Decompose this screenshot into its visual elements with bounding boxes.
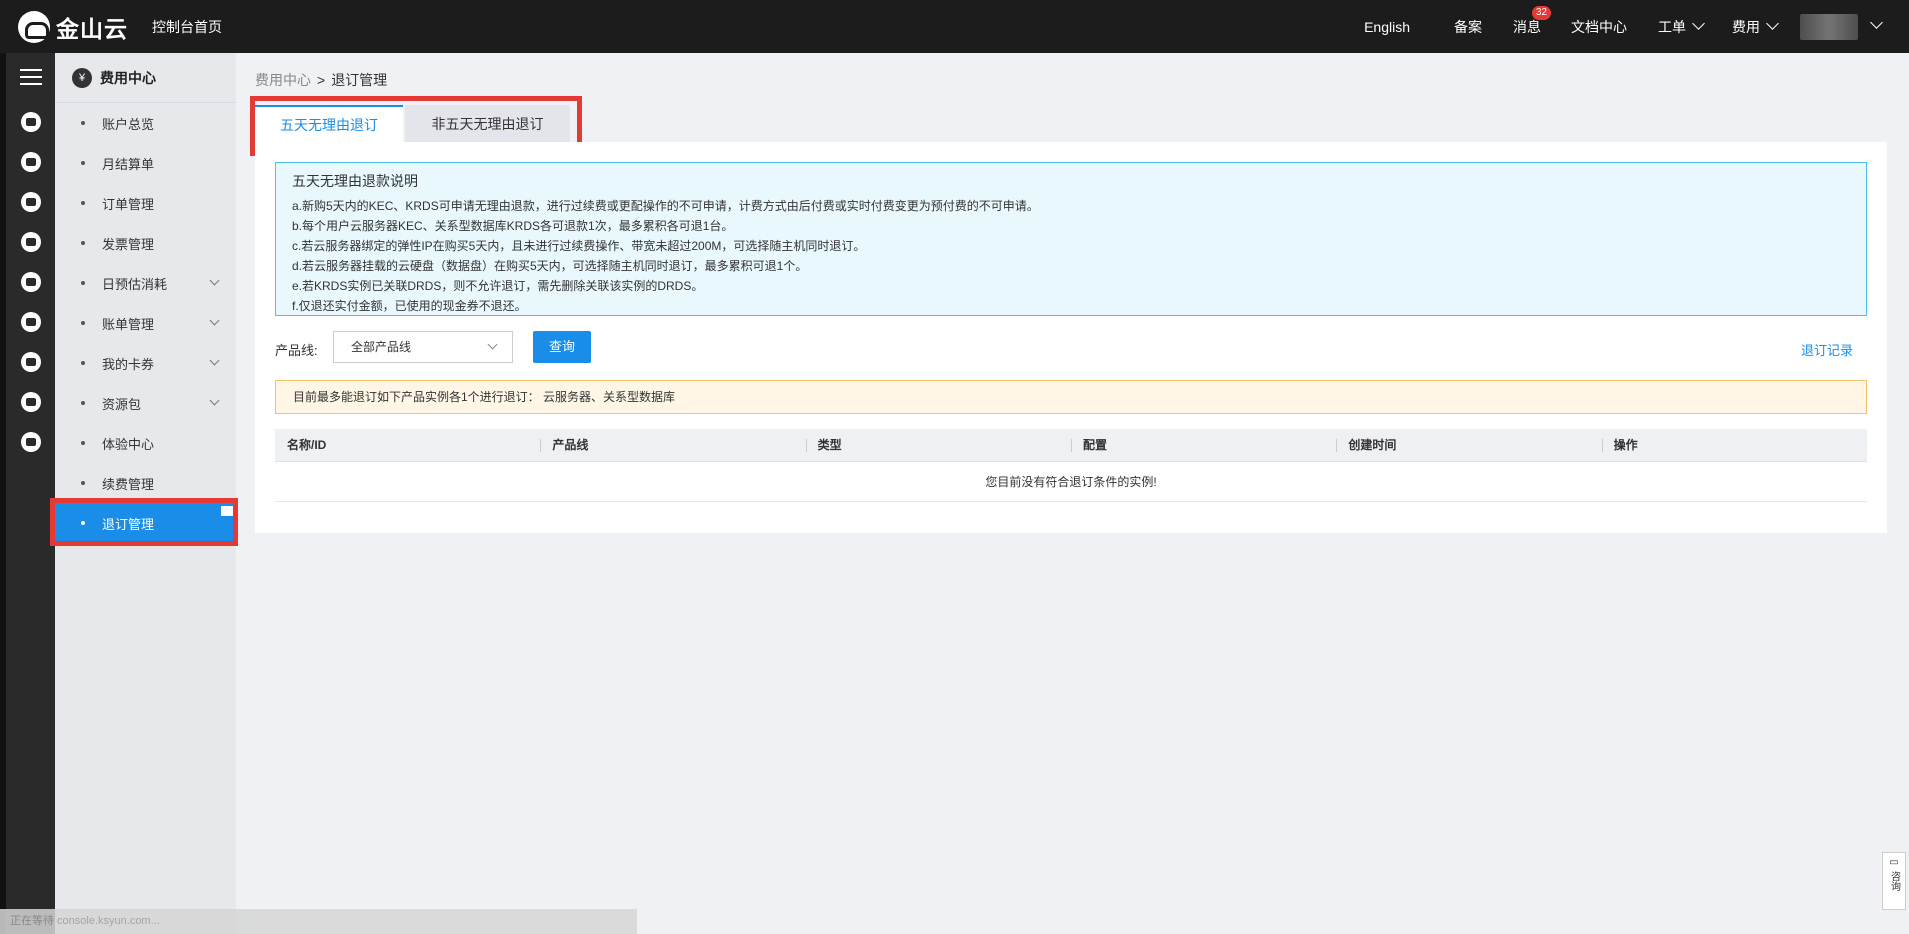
refund-notice: 五天无理由退款说明 a.新购5天内的KEC、KRDS可申请无理由退款，进行过续费… <box>275 162 1867 316</box>
messages-link[interactable]: 消息 32 <box>1513 5 1551 37</box>
instance-table: 名称/ID 产品线 类型 配置 创建时间 操作 您目前没有符合退订条件的实例! <box>275 429 1867 502</box>
fee-menu[interactable]: 费用 <box>1732 16 1779 37</box>
money-bag-icon: ¥ <box>72 67 92 88</box>
chevron-down-icon <box>487 339 498 350</box>
sidebar-item-label: 账单管理 <box>102 316 155 332</box>
sidebar-item-experience-center[interactable]: 体验中心 <box>55 423 236 463</box>
list-icon[interactable] <box>21 432 41 452</box>
sidebar-item-monthly-statement[interactable]: 月结算单 <box>55 143 236 183</box>
sidebar-item-invoices[interactable]: 发票管理 <box>55 223 236 263</box>
sidebar-item-label: 资源包 <box>102 396 142 412</box>
side-menu-title: ¥ 费用中心 <box>55 53 236 103</box>
sidebar-item-coupons[interactable]: 我的卡券 <box>55 343 236 383</box>
messages-label: 消息 <box>1513 18 1541 35</box>
sidebar-item-resource-packs[interactable]: 资源包 <box>55 383 236 423</box>
breadcrumb-parent[interactable]: 费用中心 <box>255 72 311 88</box>
server-icon[interactable] <box>21 112 41 132</box>
database-icon[interactable] <box>21 272 41 292</box>
top-bar: 金山云 控制台首页 English 备案 消息 32 文档中心 工单 费用 <box>0 0 1909 53</box>
notice-line: a.新购5天内的KEC、KRDS可申请无理由退款，进行过续费或更配操作的不可申请… <box>292 199 1039 213</box>
query-button[interactable]: 查询 <box>533 331 591 363</box>
avatar <box>1800 13 1858 40</box>
table-header: 名称/ID 产品线 类型 配置 创建时间 操作 <box>275 429 1867 462</box>
product-line-select[interactable]: 全部产品线 <box>333 331 513 363</box>
cdn-icon[interactable] <box>21 232 41 252</box>
english-link[interactable]: English <box>1364 19 1410 35</box>
sidebar-item-account-overview[interactable]: 账户总览 <box>55 103 236 143</box>
chevron-down-icon <box>1692 16 1705 30</box>
cloud-logo-icon <box>18 10 50 43</box>
browser-status-bar: 正在等待 console.ksyun.com... <box>0 909 637 934</box>
column-header-type: 类型 <box>805 429 1071 461</box>
network-icon[interactable] <box>21 192 41 212</box>
column-header-config: 配置 <box>1070 429 1336 461</box>
fee-label: 费用 <box>1732 18 1760 35</box>
column-header-name: 名称/ID <box>287 438 327 452</box>
ticket-label: 工单 <box>1658 18 1686 35</box>
unsubscribe-record-link[interactable]: 退订记录 <box>1801 340 1853 359</box>
notice-line: c.若云服务器绑定的弹性IP在购买5天内，且未进行过续费操作、带宽未超过200M… <box>292 239 866 253</box>
chevron-down-icon <box>1766 16 1779 30</box>
notice-title: 五天无理由退款说明 <box>292 173 418 189</box>
console-home-link[interactable]: 控制台首页 <box>152 17 222 37</box>
sidebar-item-orders[interactable]: 订单管理 <box>55 183 236 223</box>
chevron-down-icon <box>209 315 220 326</box>
breadcrumb-current: 退订管理 <box>331 72 388 88</box>
sidebar-item-label: 日预估消耗 <box>102 276 168 292</box>
highlight-box-sidebar <box>50 498 238 546</box>
limit-warning: 目前最多能退订如下产品实例各1个进行退订： 云服务器、关系型数据库 <box>275 380 1867 414</box>
chevron-down-icon <box>209 395 220 406</box>
sidebar-item-daily-estimate[interactable]: 日预估消耗 <box>55 263 236 303</box>
notice-line: e.若KRDS实例已关联DRDS，则不允许退订，需先删除关联该实例的DRDS。 <box>292 279 704 293</box>
cloud-upload-icon[interactable] <box>21 352 41 372</box>
messages-badge: 32 <box>1531 5 1551 20</box>
logo[interactable]: 金山云 <box>18 10 128 44</box>
side-menu: ¥ 费用中心 账户总览 月结算单 订单管理 发票管理 日预估消耗 账单管理 我的… <box>55 53 236 934</box>
chat-icon: ▭ <box>1889 857 1899 868</box>
sidebar-item-renewal[interactable]: 续费管理 <box>55 463 236 503</box>
docs-center-link[interactable]: 文档中心 <box>1571 17 1627 37</box>
notice-line: f.仅退还实付金额，已使用的现金券不退还。 <box>292 299 527 313</box>
column-header-created: 创建时间 <box>1336 429 1601 461</box>
product-line-value: 全部产品线 <box>351 340 412 354</box>
beian-link[interactable]: 备案 <box>1454 17 1482 37</box>
notice-line: b.每个用户云服务器KEC、关系型数据库KRDS各可退款1次，最多累积各可退1台… <box>292 219 734 233</box>
breadcrumb: 费用中心 > 退订管理 <box>255 70 387 90</box>
main-panel: 五天无理由退款说明 a.新购5天内的KEC、KRDS可申请无理由退款，进行过续费… <box>255 142 1887 533</box>
logo-text: 金山云 <box>56 15 128 42</box>
notice-line: d.若云服务器挂载的云硬盘（数据盘）在购买5天内，可选择随主机同时退订，最多累积… <box>292 259 808 273</box>
chevron-down-icon <box>209 355 220 366</box>
menu-icon[interactable] <box>20 69 42 90</box>
chevron-down-icon <box>1870 16 1883 29</box>
user-menu[interactable] <box>1800 13 1883 40</box>
top-nav: English 备案 消息 32 文档中心 工单 费用 <box>1364 0 1909 53</box>
sidebar-item-bills[interactable]: 账单管理 <box>55 303 236 343</box>
side-menu-title-text: 费用中心 <box>100 69 156 86</box>
layers-icon[interactable] <box>21 312 41 332</box>
ticket-menu[interactable]: 工单 <box>1658 16 1705 37</box>
monitor-icon[interactable] <box>21 152 41 172</box>
column-header-actions: 操作 <box>1601 429 1867 461</box>
chevron-down-icon <box>209 275 220 286</box>
consult-label: 咨询 <box>1888 871 1900 891</box>
consult-button[interactable]: ▭ 咨询 <box>1882 852 1906 910</box>
icon-rail <box>0 53 55 934</box>
mail-icon[interactable] <box>21 392 41 412</box>
product-line-label: 产品线: <box>275 343 318 358</box>
breadcrumb-separator: > <box>317 72 326 88</box>
table-empty-message: 您目前没有符合退订条件的实例! <box>275 462 1867 502</box>
column-header-product-line: 产品线 <box>540 429 805 461</box>
sidebar-item-label: 我的卡券 <box>102 356 155 372</box>
